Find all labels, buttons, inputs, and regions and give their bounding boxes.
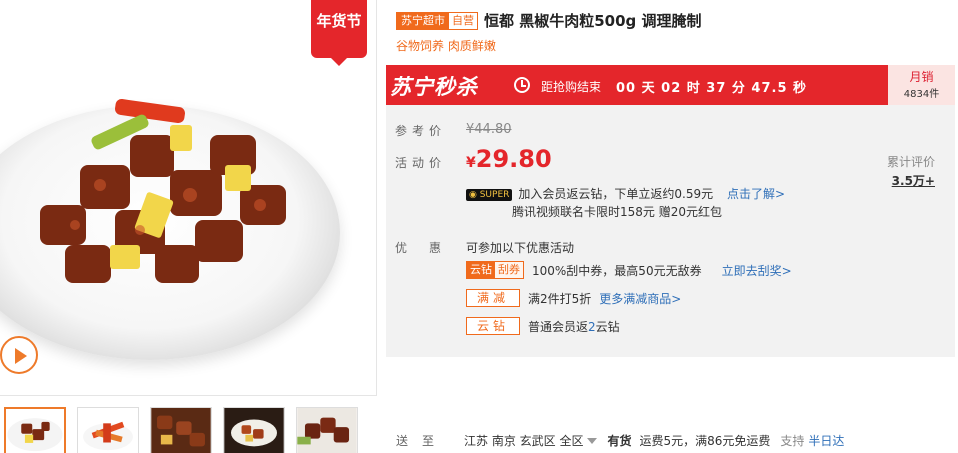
scratch-now-link[interactable]: 立即去刮奖> — [722, 262, 792, 279]
promo-intro-text: 可参加以下优惠活动 — [466, 241, 575, 255]
more-manjian-link[interactable]: 更多满减商品> — [599, 290, 681, 307]
super-tag-label: SUPER — [479, 190, 510, 200]
suning-flash-sale-logo: 苏宁秒杀 — [390, 75, 478, 99]
scratch-tag-b: 刮券 — [495, 262, 523, 278]
promo-label: 优惠 — [395, 241, 464, 255]
self-operated-tag-label: 自营 — [449, 12, 477, 29]
countdown-timer: 00 天 02 时 37 分 47.5 秒 — [616, 81, 808, 96]
yunzuan-tag: 云钻 — [466, 317, 521, 335]
main-product-image[interactable]: 年货节 — [0, 0, 377, 396]
product-title: 恒都 黑椒牛肉粒500g 调理腌制 — [484, 12, 702, 30]
thumbnail-strip — [4, 407, 358, 453]
reference-price-label: 参考价 — [395, 124, 447, 138]
flash-sale-bar: 苏宁秒杀 距抢购结束 00 天 02 时 37 分 47.5 秒 月销 4834… — [386, 65, 955, 105]
monthly-sales-count: 4834件 — [903, 89, 940, 100]
thumbnail-1[interactable] — [4, 407, 66, 453]
currency-symbol: ¥ — [466, 155, 476, 171]
nianhuo-festival-badge: 年货节 — [311, 0, 367, 66]
suning-supermarket-tag: 苏宁超市 自营 — [396, 11, 478, 30]
scratch-coupon-tag: 云钻 刮券 — [466, 261, 524, 279]
yunzuan-num: 2 — [588, 319, 596, 334]
thumbnail-3[interactable] — [150, 407, 212, 453]
reviews-count[interactable]: 3.5万+ — [887, 172, 935, 189]
thumbnail-2[interactable] — [77, 407, 139, 453]
learn-more-link[interactable]: 点击了解> — [727, 187, 785, 201]
promo-row-manjian: 满减 满2件打5折 更多满减商品> — [466, 289, 681, 307]
stock-status: 有货 — [607, 434, 632, 448]
thumbnail-4[interactable] — [223, 407, 285, 453]
half-day-delivery-link[interactable]: 半日达 — [808, 432, 844, 449]
monthly-sales-label: 月销 — [909, 70, 934, 84]
manjian-tag: 满减 — [466, 289, 521, 307]
scratch-coupon-text: 100%刮中券，最高50元无敌券 — [532, 263, 702, 278]
yunzuan-text-b: 云钻 — [595, 319, 620, 334]
price-panel: 参考价 ¥44.80 活动价 ¥29.80 累计评价 3.5万+ ◉ SUPER… — [386, 105, 955, 357]
location-selector[interactable]: 江苏 南京 玄武区 全区 — [464, 432, 583, 449]
yunzuan-text: 普通会员返2云钻 — [528, 318, 620, 335]
promo-row-coupon: 云钻 刮券 100%刮中券，最高50元无敌券 立即去刮奖> — [466, 261, 792, 279]
thumbnail-5[interactable] — [296, 407, 358, 453]
activity-price-label: 活动价 — [395, 156, 447, 170]
video-play-icon[interactable] — [0, 336, 38, 374]
reviews-label: 累计评价 — [886, 155, 935, 169]
promo-row-yunzuan: 云钻 普通会员返2云钻 — [466, 317, 620, 335]
shipping-fee: 运费5元，满86元免运费 — [639, 434, 771, 448]
monthly-sales-box: 月销 4834件 — [888, 65, 955, 105]
activity-price: ¥29.80 — [466, 145, 552, 173]
store-tag-label: 苏宁超市 — [397, 12, 449, 29]
countdown-label: 距抢购结束 — [541, 80, 602, 94]
clock-icon — [514, 77, 530, 93]
food-image — [40, 98, 286, 283]
support-label: 支持 — [780, 434, 805, 448]
super-member-icon: ◉ SUPER — [466, 189, 513, 201]
chevron-down-icon[interactable] — [587, 437, 598, 444]
reviews-summary[interactable]: 累计评价 3.5万+ — [887, 153, 935, 189]
yunzuan-text-a: 普通会员返 — [528, 319, 589, 334]
ship-to-label: 送至 — [396, 434, 449, 448]
reference-price: ¥44.80 — [466, 122, 512, 137]
manjian-text: 满2件打5折 — [528, 291, 592, 306]
super-member-text: 加入会员返云钻，下单立返约0.59元 — [518, 187, 714, 201]
product-subtitle: 谷物饲养 肉质鲜嫩 — [396, 39, 496, 53]
scratch-tag-a: 云钻 — [467, 262, 495, 278]
super-member-row: ◉ SUPER 加入会员返云钻，下单立返约0.59元 点击了解> — [466, 185, 785, 202]
activity-price-value: 29.80 — [475, 145, 552, 173]
shipping-row: 送至 江苏 南京 玄武区 全区 有货 运费5元，满86元免运费 支持 半日达 — [396, 432, 844, 449]
product-title-row: 苏宁超市 自营 恒都 黑椒牛肉粒500g 调理腌制 — [396, 10, 702, 31]
tencent-card-promo: 腾讯视频联名卡限时158元 赠20元红包 — [512, 205, 722, 219]
